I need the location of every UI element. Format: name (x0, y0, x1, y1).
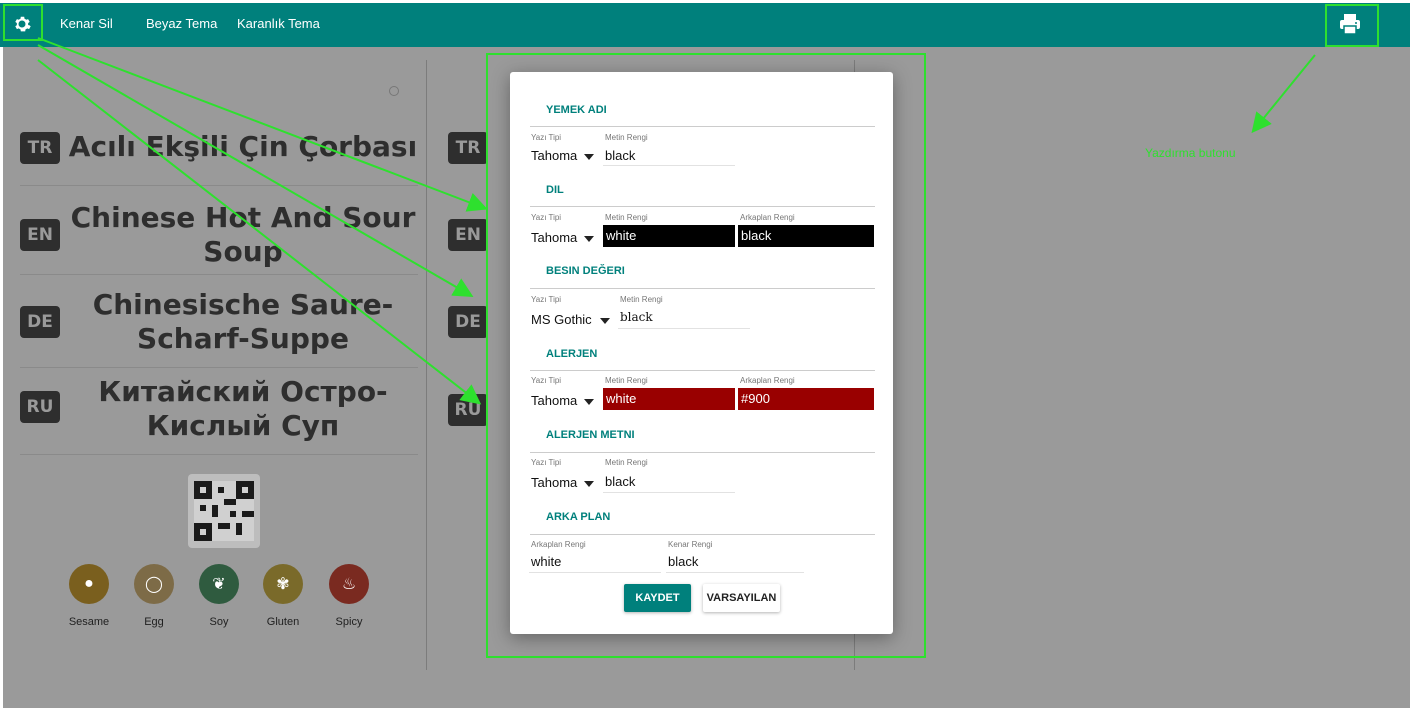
annotation-arrows (37, 37, 1316, 405)
annotation-label: Yazdırma butonu (1145, 146, 1236, 160)
app-window: Kenar Sil Beyaz Tema Karanlık Tema TR Ac… (0, 0, 1419, 708)
